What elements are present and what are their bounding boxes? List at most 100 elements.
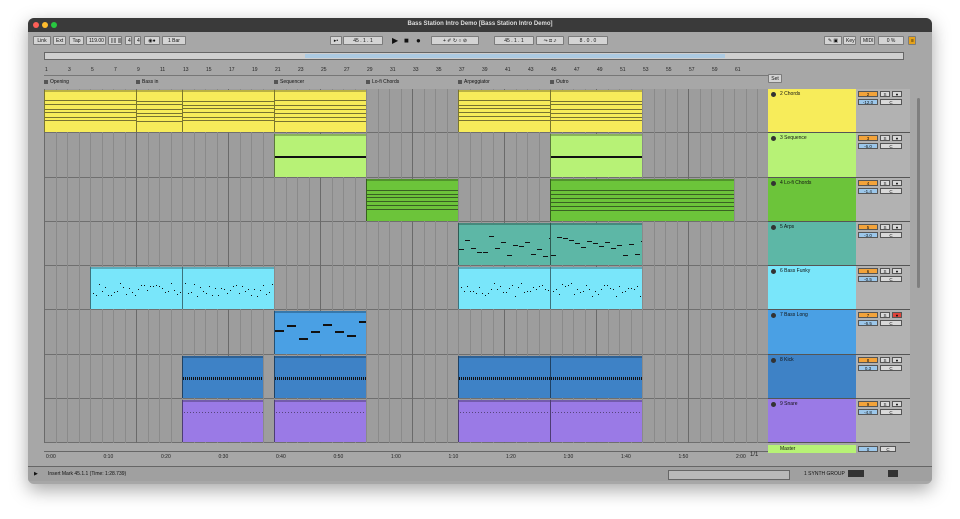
volume-field[interactable]: -4.8 xyxy=(858,408,878,415)
track-header[interactable]: 5 Arps 5 S ● -3.0 C xyxy=(768,221,910,266)
clip[interactable] xyxy=(366,178,458,221)
arrangement-lane[interactable] xyxy=(44,399,768,443)
signature-numerator[interactable]: 4 xyxy=(125,36,132,45)
volume-field[interactable]: -6.0 xyxy=(858,143,878,150)
track-header[interactable]: 8 Kick 8 S ● 0.3 C xyxy=(768,354,910,399)
track-activator-icon[interactable] xyxy=(771,401,776,407)
signature-denominator[interactable]: 4 xyxy=(134,36,141,45)
clip[interactable] xyxy=(550,134,642,177)
clip[interactable] xyxy=(182,90,274,133)
track-header[interactable]: 7 Bass Long 7 S ● -6.5 C xyxy=(768,310,910,355)
pan-field[interactable]: C xyxy=(880,143,902,150)
track-header[interactable]: 4 Lo-fi Chords 4 S ● -1.4 C xyxy=(768,177,910,222)
volume-field[interactable]: -0.5 xyxy=(858,276,878,282)
master-track[interactable]: Master 0 C xyxy=(768,445,910,453)
pan-field[interactable]: C xyxy=(880,99,902,105)
punch-buttons[interactable]: ⤳ ⊡ ⤴ xyxy=(536,36,564,45)
locator-outro[interactable]: Outro xyxy=(550,79,569,85)
clip[interactable] xyxy=(44,90,136,133)
clip[interactable] xyxy=(90,267,182,310)
arm-button[interactable]: ● xyxy=(892,91,902,97)
arm-button[interactable]: ● xyxy=(892,268,902,274)
play-icon[interactable]: ▶ xyxy=(392,35,398,46)
status-play-icon[interactable]: ▶ xyxy=(34,471,38,477)
clip[interactable] xyxy=(182,355,263,398)
pan-field[interactable]: C xyxy=(880,408,902,415)
track-header[interactable]: 2 Chords 2 S ● -12.0 C xyxy=(768,89,910,134)
follow-button[interactable]: ▸• xyxy=(330,36,342,45)
arrangement-view[interactable] xyxy=(44,89,768,443)
group-label[interactable]: 1 SYNTH GROUP xyxy=(804,471,845,477)
quantize-menu[interactable]: 1 Bar xyxy=(162,36,186,45)
track-activator-button[interactable]: 9 xyxy=(858,400,878,407)
track-name[interactable]: 6 Bass Funky xyxy=(768,266,856,310)
arm-button[interactable]: ● xyxy=(892,179,902,186)
locator-lo-fi-chords[interactable]: Lo-fi Chords xyxy=(366,79,399,85)
track-activator-icon[interactable] xyxy=(771,269,776,274)
locator-opening[interactable]: Opening xyxy=(44,79,69,85)
pan-field[interactable]: C xyxy=(880,320,902,327)
track-activator-button[interactable]: 7 xyxy=(858,312,878,319)
clip[interactable] xyxy=(182,267,274,310)
track-name[interactable]: 4 Lo-fi Chords xyxy=(768,177,856,221)
arm-button[interactable]: ● xyxy=(892,223,902,230)
locator-sequencer[interactable]: Sequencer xyxy=(274,79,304,85)
clip[interactable] xyxy=(458,90,550,133)
arm-button[interactable]: ● xyxy=(892,312,902,319)
track-activator-button[interactable]: 6 xyxy=(858,268,878,274)
solo-button[interactable]: S xyxy=(880,91,890,97)
beat-time-ruler[interactable]: 1 3 5 7 9 11 13 15 17 19 21 23 25 27 29 31 33 35 37 39 41 43 4… xyxy=(44,65,768,76)
track-name[interactable]: 3 Sequence xyxy=(768,133,856,177)
master-pan[interactable]: C xyxy=(880,446,896,452)
loop-start-field[interactable]: 45 . 1 . 1 xyxy=(494,36,534,45)
track-activator-button[interactable]: 4 xyxy=(858,179,878,186)
volume-field[interactable]: -6.5 xyxy=(858,320,878,327)
tempo-field[interactable]: 119.00 xyxy=(86,36,106,45)
arrangement-overview[interactable] xyxy=(44,52,904,60)
clip[interactable] xyxy=(550,399,642,442)
pan-field[interactable]: C xyxy=(880,187,902,194)
track-activator-icon[interactable] xyxy=(771,224,776,230)
track-activator-icon[interactable] xyxy=(771,313,776,319)
solo-button[interactable]: S xyxy=(880,135,890,142)
record-icon[interactable]: ● xyxy=(416,35,421,46)
pan-field[interactable]: C xyxy=(880,231,902,238)
track-header[interactable]: 3 Sequence 3 S ● -6.0 C xyxy=(768,133,910,178)
time-ruler[interactable]: 0:00 0:10 0:20 0:30 0:40 0:50 1:00 1:10 1:20 1:30… xyxy=(44,451,768,462)
link-button[interactable]: Link xyxy=(33,36,51,45)
arrangement-lane[interactable] xyxy=(44,355,768,399)
stop-icon[interactable]: ■ xyxy=(404,35,409,46)
arrangement-lane[interactable] xyxy=(44,133,768,178)
key-map-button[interactable]: Key xyxy=(843,36,856,45)
draw-mode-button[interactable]: ✎ ▣ xyxy=(824,36,842,45)
metronome-button[interactable]: |||| |||| xyxy=(108,36,122,45)
vertical-scrollbar[interactable] xyxy=(916,98,922,438)
clip[interactable] xyxy=(550,90,642,133)
set-button[interactable]: Set xyxy=(768,74,782,83)
clip[interactable] xyxy=(182,399,263,442)
track-activator-icon[interactable] xyxy=(771,357,776,363)
arm-button[interactable]: ● xyxy=(892,356,902,363)
clip[interactable] xyxy=(550,222,642,265)
pan-field[interactable]: C xyxy=(880,276,902,282)
draw-tools[interactable]: + ✐ ↻ ○ ⊘ xyxy=(431,36,479,45)
track-activator-button[interactable]: 3 xyxy=(858,135,878,142)
volume-field[interactable]: -1.4 xyxy=(858,187,878,194)
arm-button[interactable]: ● xyxy=(892,135,902,142)
arm-button[interactable]: ● xyxy=(892,400,902,407)
master-volume[interactable]: 0 xyxy=(858,446,878,452)
locator-bass-in[interactable]: Bass in xyxy=(136,79,158,85)
clip[interactable] xyxy=(458,399,550,442)
track-name[interactable]: 2 Chords xyxy=(768,89,856,133)
clip[interactable] xyxy=(274,134,366,177)
clip[interactable] xyxy=(550,267,642,310)
track-name[interactable]: 9 Snare xyxy=(768,398,856,442)
clip[interactable] xyxy=(550,355,642,398)
clip[interactable] xyxy=(458,355,550,398)
track-name[interactable]: 8 Kick xyxy=(768,354,856,398)
solo-button[interactable]: S xyxy=(880,312,890,319)
arrangement-position[interactable]: 45 . 1 . 1 xyxy=(343,36,383,45)
midi-map-button[interactable]: MIDI xyxy=(860,36,875,45)
track-name[interactable]: 5 Arps xyxy=(768,221,856,265)
arrangement-lane[interactable] xyxy=(44,222,768,266)
